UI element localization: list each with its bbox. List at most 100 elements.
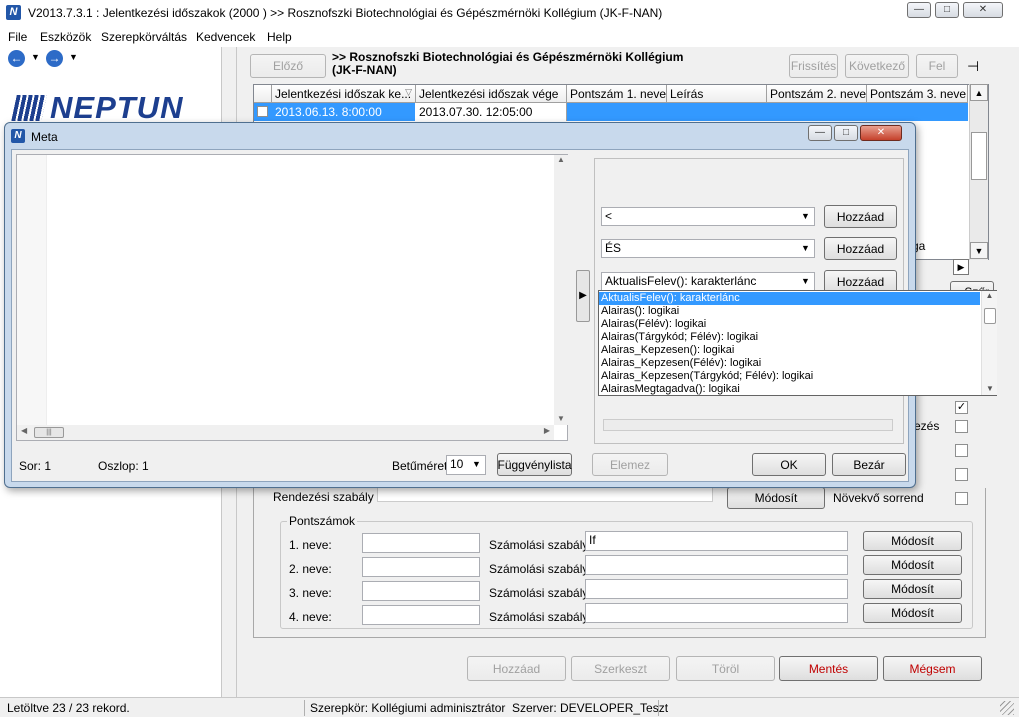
add-logic-button[interactable]: Hozzáad (824, 237, 897, 260)
refresh-button[interactable]: Frissítés (789, 54, 838, 78)
chevron-down-icon[interactable]: ▼ (799, 210, 812, 223)
forward-icon[interactable]: → (46, 50, 63, 67)
menu-file[interactable]: File (8, 30, 27, 44)
logic-combo[interactable]: ÉS ▼ (601, 239, 815, 258)
list-item[interactable]: Alairas(): logikai (599, 305, 980, 318)
save-button[interactable]: Mentés (779, 656, 878, 681)
meta-dialog-icon: N (11, 129, 25, 143)
add-button[interactable]: Hozzáad (467, 656, 566, 681)
status-divider (304, 700, 305, 716)
editor-scroll-up-icon[interactable]: ▲ (554, 155, 568, 164)
checkbox-4[interactable] (955, 468, 968, 481)
partial-label: ezés (914, 419, 940, 433)
editor-hscroll-thumb[interactable]: ||| (34, 427, 64, 438)
operator-combo[interactable]: < ▼ (601, 207, 815, 226)
grid-header-start[interactable]: Jelentkezési időszak ke... ▽ (272, 85, 416, 103)
grid-scrollbar[interactable]: ▲ ▼ (969, 84, 988, 260)
chevron-down-icon[interactable]: ▼ (799, 242, 812, 255)
meta-close-button[interactable]: ✕ (860, 125, 902, 141)
dropdown-scroll-down-icon[interactable]: ▼ (982, 384, 998, 393)
ok-button[interactable]: OK (752, 453, 826, 476)
function-dropdown-list[interactable]: AktualisFelev(): karakterlánc Alairas():… (598, 290, 997, 396)
col-indicator: Oszlop: 1 (98, 459, 149, 473)
panel-splitter[interactable]: ▶ (576, 270, 590, 322)
editor-hscrollbar[interactable]: ◀ ||| ▶ (17, 425, 554, 440)
status-divider-2 (658, 700, 659, 716)
list-item[interactable]: Alairas_Kepzesen(): logikai (599, 344, 980, 357)
grid-header-select (254, 85, 272, 103)
minimize-button[interactable]: — (907, 2, 931, 18)
cell-end: 2013.07.30. 12:05:00 (416, 103, 567, 121)
up-button[interactable]: Fel (916, 54, 958, 78)
scroll-up-icon[interactable]: ▲ (970, 84, 988, 101)
cancel-button[interactable]: Mégsem (883, 656, 982, 681)
function-combo[interactable]: AktualisFelev(): karakterlánc ▼ (601, 272, 815, 291)
close-button[interactable]: ✕ (963, 2, 1003, 18)
chevron-down-icon[interactable]: ▼ (470, 458, 483, 471)
expression-editor[interactable]: ▲ ▼ ◀ ||| ▶ (16, 154, 568, 441)
list-item[interactable]: Alairas(Félév): logikai (599, 318, 980, 331)
font-size-combo[interactable]: 10 ▼ (446, 455, 486, 475)
grid-header-points1[interactable]: Pontszám 1. neve (567, 85, 667, 103)
main-title-bar: N V2013.7.3.1 : Jelentkezési időszakok (… (0, 0, 1019, 27)
function-combo-value: AktualisFelev(): karakterlánc (605, 274, 757, 288)
editor-vscrollbar[interactable]: ▲ ▼ (554, 155, 568, 425)
neptun-logo-text: NEPTUN (50, 90, 184, 125)
status-server: Szerver: DEVELOPER_Teszt (512, 701, 669, 715)
builder-progress (603, 419, 893, 431)
grid-header-points2[interactable]: Pontszám 2. neve (767, 85, 867, 103)
window-title: V2013.7.3.1 : Jelentkezési időszakok (20… (28, 6, 663, 20)
cell-start: 2013.06.13. 8:00:00 (272, 103, 416, 121)
back-dropdown-icon[interactable]: ▼ (31, 52, 40, 62)
dropdown-scroll-up-icon[interactable]: ▲ (982, 291, 997, 300)
editor-scroll-down-icon[interactable]: ▼ (554, 414, 568, 423)
maximize-button[interactable]: □ (935, 2, 959, 18)
checkbox-3[interactable] (955, 444, 968, 457)
list-item[interactable]: Alairas(Tárgykód; Félév): logikai (599, 331, 980, 344)
forward-dropdown-icon[interactable]: ▼ (69, 52, 78, 62)
grid-header-desc[interactable]: Leírás (667, 85, 767, 103)
menu-bar: File Eszközök Szerepkörváltás Kedvencek … (0, 27, 1019, 47)
back-icon[interactable]: ← (8, 50, 25, 67)
editor-scroll-left-icon[interactable]: ◀ (21, 426, 27, 435)
prev-button[interactable]: Előző (250, 54, 326, 78)
menu-favorites[interactable]: Kedvencek (196, 30, 255, 44)
menu-role-switch[interactable]: Szerepkörváltás (101, 30, 187, 44)
analyze-button[interactable]: Elemez (592, 453, 668, 476)
grid-header-start-label: Jelentkezési időszak ke... (275, 87, 412, 101)
checkbox-2[interactable] (955, 420, 968, 433)
dropdown-scrollbar[interactable]: ▲ ▼ (981, 291, 997, 395)
meta-maximize-button[interactable]: □ (834, 125, 858, 141)
delete-button[interactable]: Töröl (676, 656, 775, 681)
scroll-right-icon[interactable]: ▶ (953, 259, 969, 275)
scroll-thumb[interactable] (971, 132, 987, 180)
logic-combo-value: ÉS (605, 241, 622, 255)
function-list-button[interactable]: Függvénylista (497, 453, 572, 476)
add-operator-button[interactable]: Hozzáad (824, 205, 897, 228)
grid-header-points3[interactable]: Pontszám 3. neve (867, 85, 968, 103)
checkbox-1[interactable]: ✓ (955, 401, 968, 414)
close-dialog-button[interactable]: Bezár (832, 453, 906, 476)
chevron-down-icon[interactable]: ▼ (799, 275, 812, 288)
list-item[interactable]: Alairas_Kepzesen(Félév): logikai (599, 357, 980, 370)
edit-button[interactable]: Szerkeszt (571, 656, 670, 681)
row-checkbox[interactable] (257, 106, 268, 117)
scroll-down-icon[interactable]: ▼ (970, 242, 988, 259)
list-item[interactable]: AlairasMegtagadva(): logikai (599, 383, 980, 396)
operator-combo-value: < (605, 209, 613, 223)
grid-header-end[interactable]: Jelentkezési időszak vége (416, 85, 567, 103)
pin-icon[interactable]: ⊣ (967, 58, 979, 75)
menu-help[interactable]: Help (267, 30, 292, 44)
page-heading: >> Rosznofszki Biotechnológiai és Gépész… (332, 51, 683, 77)
meta-minimize-button[interactable]: — (808, 125, 832, 141)
neptun-logo: NEPTUN (11, 90, 184, 125)
list-item[interactable]: AktualisFelev(): karakterlánc (599, 292, 980, 305)
menu-tools[interactable]: Eszközök (40, 30, 91, 44)
next-button[interactable]: Következő (845, 54, 909, 78)
status-bar: Letöltve 23 / 23 rekord. Szerepkör: Koll… (0, 697, 1019, 717)
resize-grip-icon[interactable] (1000, 701, 1014, 715)
dropdown-scroll-thumb[interactable] (984, 308, 996, 324)
editor-scroll-right-icon[interactable]: ▶ (544, 426, 550, 435)
list-item[interactable]: Alairas_Kepzesen(Tárgykód; Félév): logik… (599, 370, 980, 383)
app-icon: N (6, 5, 21, 20)
